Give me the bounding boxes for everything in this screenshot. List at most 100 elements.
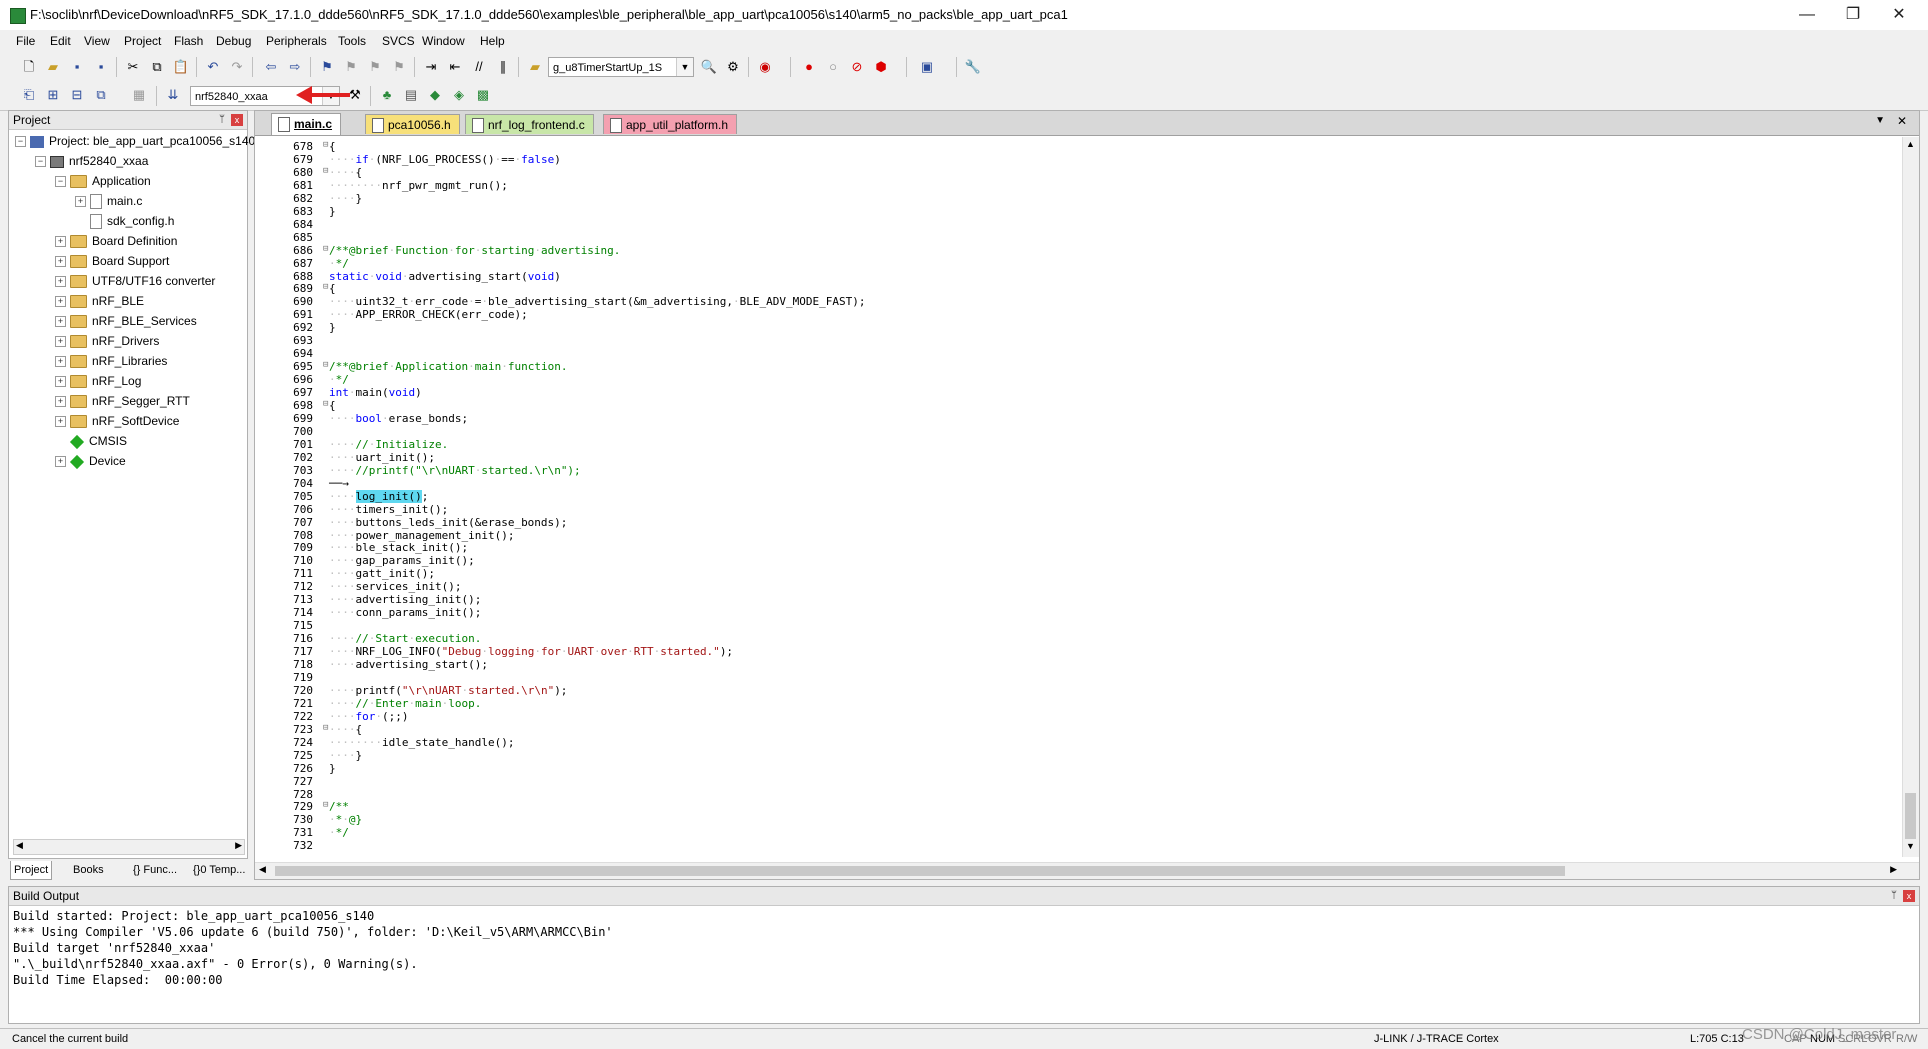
code-line[interactable]: ····power_management_init(); bbox=[329, 529, 514, 542]
pin-icon[interactable]: ᛘ bbox=[1891, 887, 1897, 905]
tree-item[interactable]: + Device bbox=[55, 451, 126, 471]
start-debug-icon[interactable]: ◉ bbox=[756, 58, 774, 76]
code-line[interactable]: ····//·Start·execution. bbox=[329, 632, 481, 645]
code-line[interactable]: ·*·@} bbox=[329, 813, 362, 826]
download-icon[interactable]: ⇊ bbox=[164, 86, 182, 104]
tree-item[interactable]: + Board Support bbox=[55, 251, 169, 271]
chevron-down-icon[interactable]: ▼ bbox=[676, 58, 693, 76]
code-line[interactable]: ····NRF_LOG_INFO("Debug·logging·for·UART… bbox=[329, 645, 733, 658]
code-line[interactable]: ····advertising_init(); bbox=[329, 593, 481, 606]
editor-vscrollbar[interactable]: ▲ ▼ bbox=[1902, 137, 1919, 857]
menu-svcs[interactable]: SVCS bbox=[382, 34, 415, 48]
menu-debug[interactable]: Debug bbox=[216, 34, 251, 48]
open-folder-icon[interactable]: ▰ bbox=[44, 58, 62, 76]
scroll-up-icon[interactable]: ▲ bbox=[1906, 139, 1915, 149]
stop-build-icon[interactable]: ▦ bbox=[130, 86, 148, 104]
tree-item[interactable]: + nRF_BLE_Services bbox=[55, 311, 197, 331]
tree-item[interactable]: + nRF_SoftDevice bbox=[55, 411, 179, 431]
rebuild-icon[interactable]: ⊟ bbox=[68, 86, 86, 104]
menu-help[interactable]: Help bbox=[480, 34, 505, 48]
navigate-back-icon[interactable]: ⇦ bbox=[262, 58, 280, 76]
code-line[interactable]: ····} bbox=[329, 192, 362, 205]
tree-item[interactable]: + Board Definition bbox=[55, 231, 177, 251]
cut-icon[interactable]: ✂ bbox=[124, 58, 142, 76]
menu-file[interactable]: File bbox=[16, 34, 35, 48]
translate-icon[interactable]: ⎗ bbox=[20, 86, 38, 104]
code-line[interactable]: ····{ bbox=[329, 166, 362, 179]
code-line[interactable]: ····services_init(); bbox=[329, 580, 461, 593]
code-line[interactable]: ····gap_params_init(); bbox=[329, 554, 475, 567]
fold-toggle-icon[interactable]: ⊟ bbox=[323, 140, 328, 150]
indent-icon[interactable]: ⇥ bbox=[422, 58, 440, 76]
code-line[interactable]: int·main(void) bbox=[329, 386, 422, 399]
code-line[interactable]: ····timers_init(); bbox=[329, 503, 448, 516]
fold-toggle-icon[interactable]: ⊟ bbox=[323, 723, 328, 733]
tree-item[interactable]: + nRF_BLE bbox=[55, 291, 144, 311]
expand-icon[interactable]: + bbox=[55, 456, 66, 468]
code-line[interactable]: ····uart_init(); bbox=[329, 451, 435, 464]
find-icon[interactable]: 🔍 bbox=[700, 58, 718, 76]
code-line[interactable]: ····printf("\r\nUART·started.\r\n"); bbox=[329, 684, 567, 697]
tab-functions[interactable]: {} Func... bbox=[130, 861, 180, 879]
code-line[interactable]: ·*/ bbox=[329, 373, 349, 386]
maximize-button[interactable]: ❐ bbox=[1830, 2, 1876, 28]
fold-toggle-icon[interactable]: ⊟ bbox=[323, 166, 328, 176]
menu-edit[interactable]: Edit bbox=[50, 34, 71, 48]
tree-item[interactable]: + nRF_Drivers bbox=[55, 331, 159, 351]
build-icon[interactable]: ⊞ bbox=[44, 86, 62, 104]
menu-flash[interactable]: Flash bbox=[174, 34, 203, 48]
editor-hscrollbar[interactable]: ◀ ▶ bbox=[255, 862, 1919, 879]
save-all-icon[interactable]: ▪ bbox=[92, 58, 110, 76]
expand-icon[interactable]: + bbox=[75, 196, 86, 208]
collapse-icon[interactable]: − bbox=[15, 136, 26, 148]
code-line[interactable]: ····conn_params_init(); bbox=[329, 606, 481, 619]
select-packs-icon[interactable]: ▤ bbox=[402, 86, 420, 104]
code-line[interactable]: ········idle_state_handle(); bbox=[329, 736, 514, 749]
batch-build-icon[interactable]: ⧉ bbox=[92, 86, 110, 104]
expand-icon[interactable]: + bbox=[55, 416, 66, 428]
scroll-right-icon[interactable]: ▶ bbox=[235, 840, 242, 851]
menu-tools[interactable]: Tools bbox=[338, 34, 366, 48]
code-line[interactable]: ····{ bbox=[329, 723, 362, 736]
code-line[interactable]: ····APP_ERROR_CHECK(err_code); bbox=[329, 308, 528, 321]
code-line[interactable]: ·*/ bbox=[329, 257, 349, 270]
options-for-target-icon[interactable]: ⚒ bbox=[346, 86, 364, 104]
code-line[interactable]: ──→ bbox=[329, 477, 349, 490]
find-combo[interactable]: g_u8TimerStartUp_1S ▼ bbox=[548, 57, 694, 77]
fold-toggle-icon[interactable]: ⊟ bbox=[323, 800, 328, 810]
tree-item[interactable]: + main.c bbox=[75, 191, 142, 211]
project-hscrollbar[interactable]: ◀ ▶ bbox=[13, 839, 245, 855]
expand-icon[interactable]: + bbox=[55, 256, 66, 268]
tree-item[interactable]: + nRF_Segger_RTT bbox=[55, 391, 190, 411]
clear-bookmarks-icon[interactable]: ⚑ bbox=[390, 58, 408, 76]
manage-run-time-icon[interactable]: ◆ bbox=[426, 86, 444, 104]
copy-icon[interactable]: ⧉ bbox=[148, 58, 166, 76]
tree-item[interactable]: sdk_config.h bbox=[75, 211, 174, 231]
comment-icon[interactable]: // bbox=[470, 58, 488, 76]
close-button[interactable]: ✕ bbox=[1876, 2, 1922, 28]
expand-icon[interactable]: + bbox=[55, 296, 66, 308]
code-line[interactable]: ····uint32_t·err_code·=·ble_advertising_… bbox=[329, 295, 865, 308]
editor-tab[interactable]: pca10056.h bbox=[365, 114, 460, 134]
expand-icon[interactable]: + bbox=[55, 356, 66, 368]
code-line[interactable]: ····for·(;;) bbox=[329, 710, 409, 723]
menu-peripherals[interactable]: Peripherals bbox=[266, 34, 327, 48]
undo-icon[interactable]: ↶ bbox=[204, 58, 222, 76]
code-line[interactable]: { bbox=[329, 140, 336, 153]
configure-icon[interactable]: 🔧 bbox=[964, 58, 982, 76]
fold-toggle-icon[interactable]: ⊟ bbox=[323, 399, 328, 409]
tree-item[interactable]: − Project: ble_app_uart_pca10056_s140 bbox=[15, 131, 255, 151]
rte-icon[interactable]: ▩ bbox=[474, 86, 492, 104]
next-bookmark-icon[interactable]: ⚑ bbox=[366, 58, 384, 76]
code-line[interactable]: ····} bbox=[329, 749, 362, 762]
menu-project[interactable]: Project bbox=[124, 34, 161, 48]
expand-icon[interactable]: + bbox=[55, 336, 66, 348]
tab-templates[interactable]: {}0 Temp... bbox=[190, 861, 248, 879]
tree-item[interactable]: + nRF_Libraries bbox=[55, 351, 167, 371]
code-line[interactable]: ····//·Enter·main·loop. bbox=[329, 697, 481, 710]
scroll-left-icon[interactable]: ◀ bbox=[16, 840, 23, 851]
menu-window[interactable]: Window bbox=[422, 34, 465, 48]
code-line[interactable]: /**@brief·Application·main·function. bbox=[329, 360, 567, 373]
pack-installer-icon[interactable]: ◈ bbox=[450, 86, 468, 104]
tree-item[interactable]: + UTF8/UTF16 converter bbox=[55, 271, 215, 291]
